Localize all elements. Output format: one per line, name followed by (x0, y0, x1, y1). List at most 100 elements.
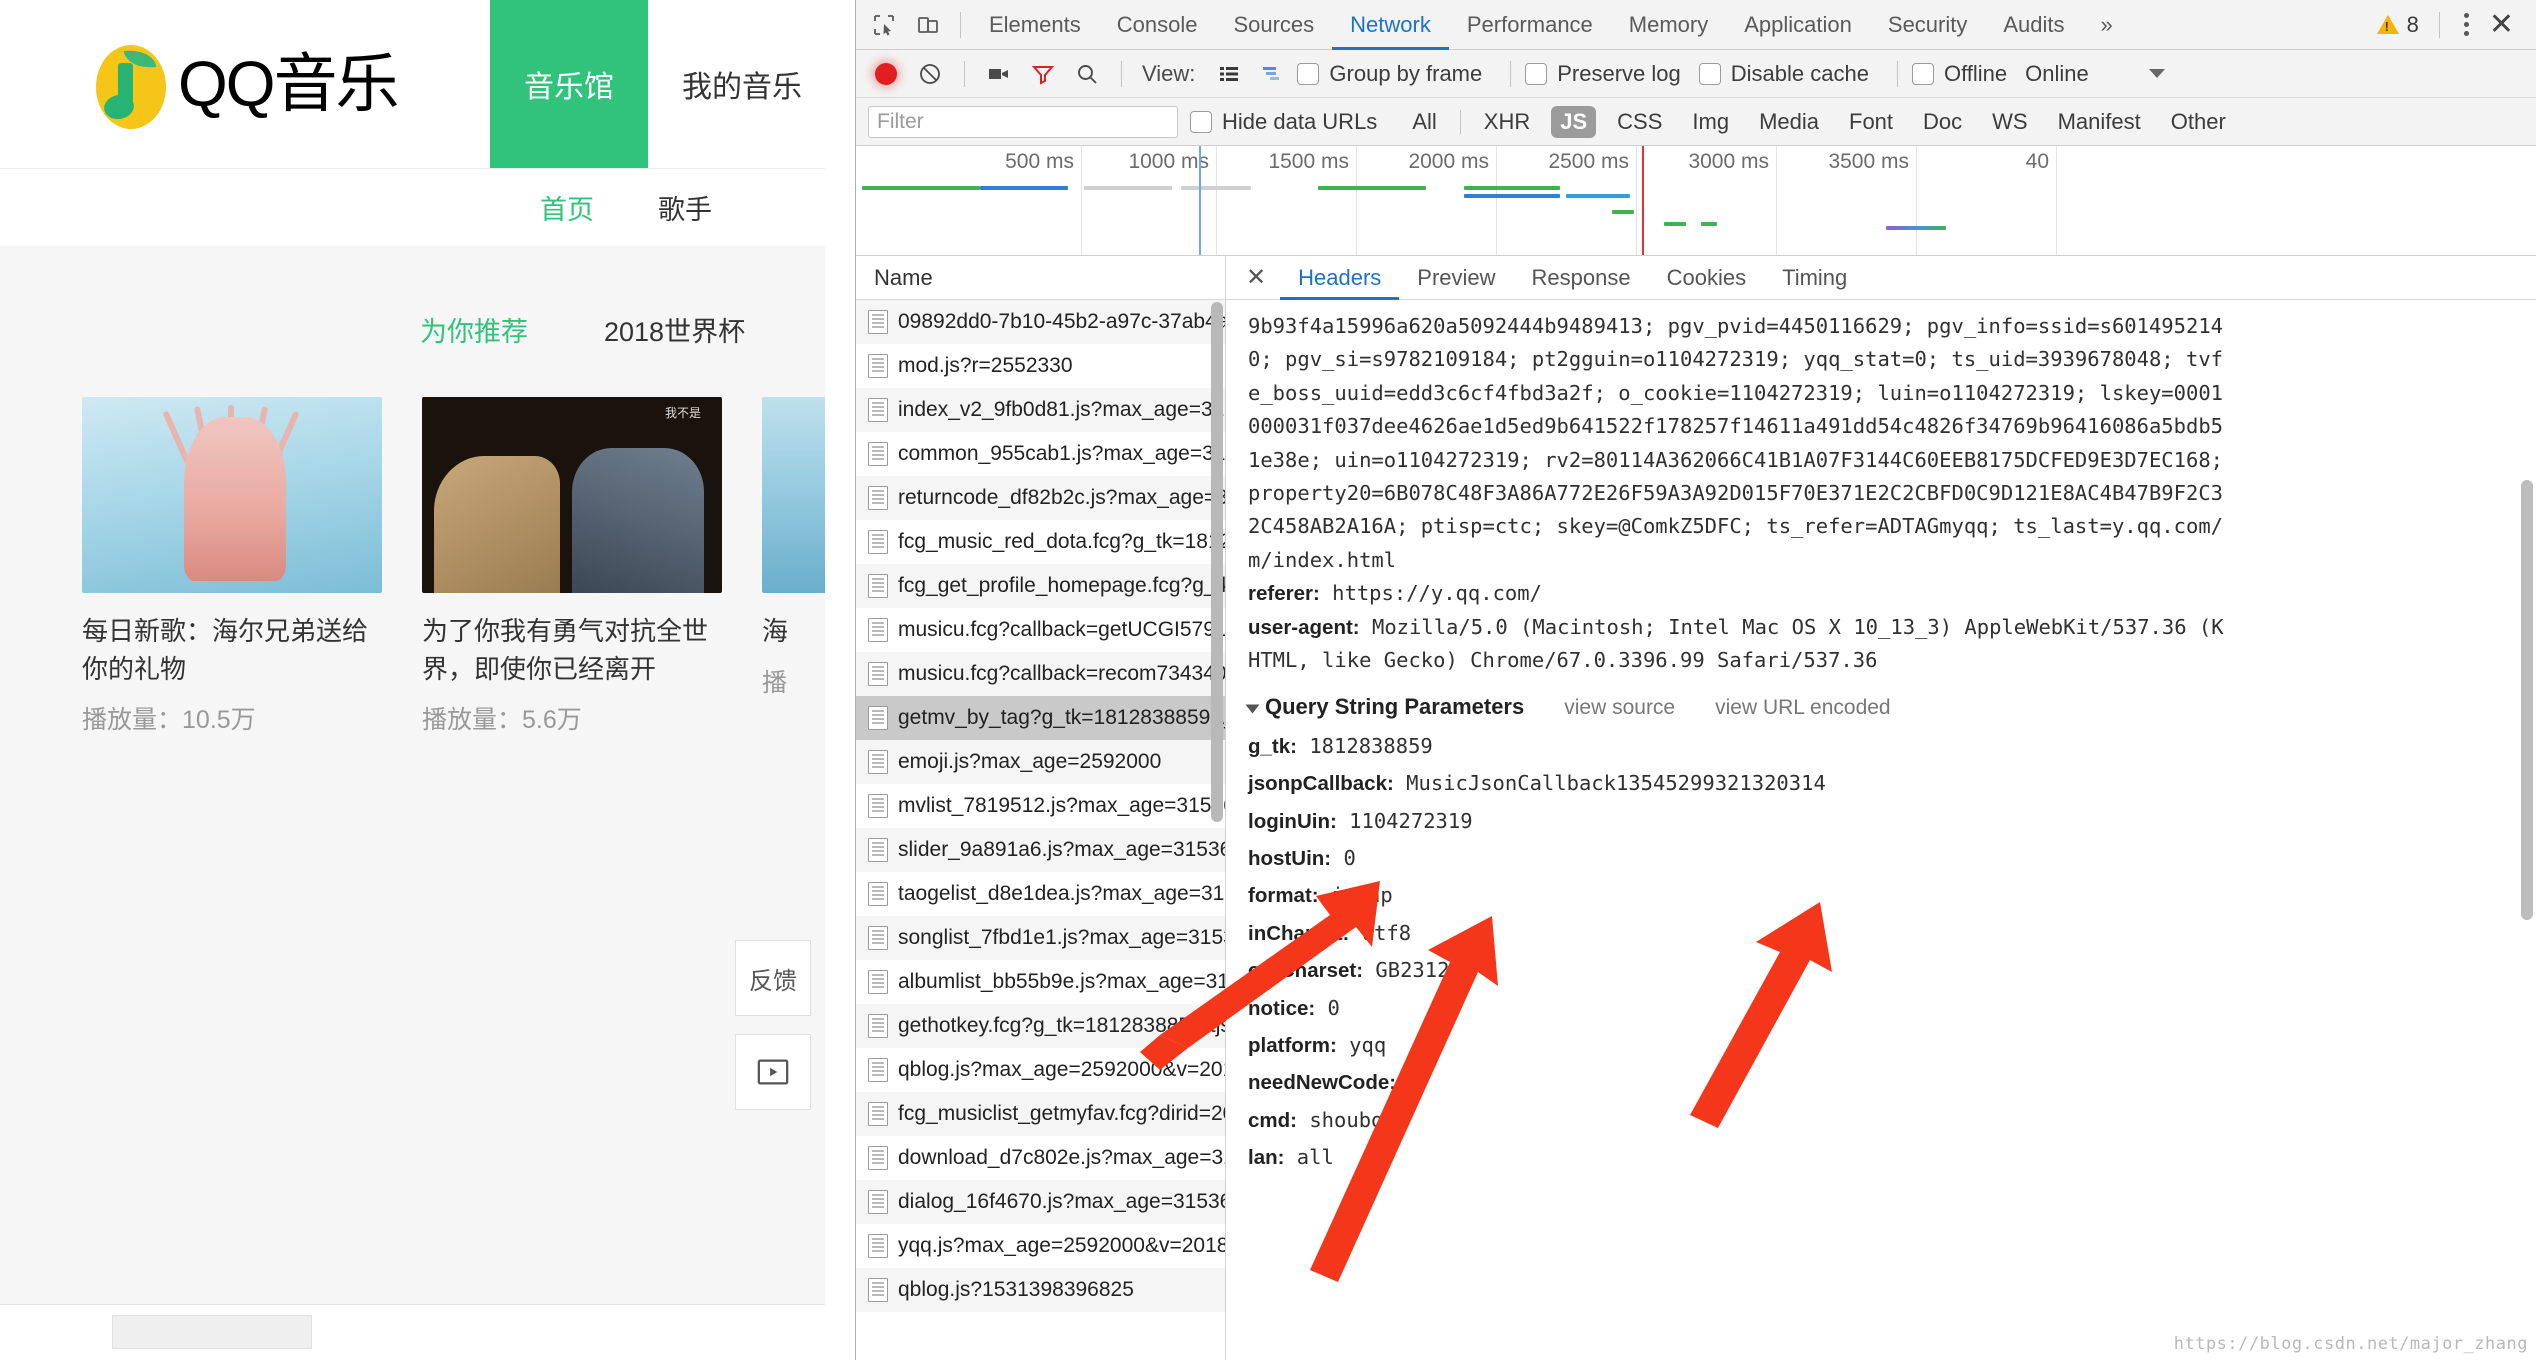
capture-screenshots-icon[interactable] (979, 54, 1019, 94)
qq-music-logo[interactable]: QQ音乐 (0, 0, 490, 168)
network-overview-timeline[interactable]: 500 ms 1000 ms 1500 ms 2000 ms 2500 ms 3… (856, 146, 2536, 256)
table-row[interactable]: download_d7c802e.js?max_age=31.. (856, 1136, 1225, 1180)
checkbox-box[interactable] (1297, 62, 1320, 85)
detail-scrollbar[interactable] (2521, 480, 2533, 920)
nav-item-my-music[interactable]: 我的音乐 (648, 0, 836, 168)
table-row[interactable]: mvlist_7819512.js?max_age=3153600 (856, 784, 1225, 828)
table-row[interactable]: getmv_by_tag?g_tk=1812838859&js.. (856, 696, 1225, 740)
subnav-item-singers[interactable]: 歌手 (658, 188, 712, 227)
view-source-link[interactable]: view source (1564, 691, 1675, 725)
table-row[interactable]: dialog_16f4670.js?max_age=3153600 (856, 1180, 1225, 1224)
table-row[interactable]: qblog.js?1531398396825 (856, 1268, 1225, 1312)
tab-console[interactable]: Console (1099, 0, 1216, 50)
table-row[interactable]: common_955cab1.js?max_age=315.. (856, 432, 1225, 476)
more-options-icon[interactable] (2450, 13, 2483, 36)
search-icon[interactable] (1067, 54, 1107, 94)
tab-audits[interactable]: Audits (1985, 0, 2082, 50)
tab-elements[interactable]: Elements (971, 0, 1099, 50)
offline-checkbox[interactable]: Offline (1911, 61, 2007, 87)
video-play-icon[interactable] (735, 1034, 811, 1110)
filter-type-manifest[interactable]: Manifest (2049, 106, 2150, 138)
device-toolbar-icon[interactable] (906, 3, 950, 47)
detail-tab-preview[interactable]: Preview (1399, 256, 1513, 300)
mv-thumbnail[interactable]: 我不是 (422, 397, 722, 593)
filter-type-xhr[interactable]: XHR (1475, 106, 1539, 138)
table-row[interactable]: taogelist_d8e1dea.js?max_age=315. (856, 872, 1225, 916)
filter-type-font[interactable]: Font (1840, 106, 1902, 138)
checkbox-box[interactable] (1190, 110, 1212, 133)
tab-network[interactable]: Network (1332, 0, 1449, 50)
preserve-log-checkbox[interactable]: Preserve log (1525, 61, 1681, 87)
table-row[interactable]: musicu.fcg?callback=getUCGI57916. (856, 608, 1225, 652)
disable-cache-checkbox[interactable]: Disable cache (1698, 61, 1869, 87)
warning-badge[interactable]: 8 (2367, 12, 2429, 38)
query-param-value: shoubo (1296, 1107, 1384, 1132)
table-row[interactable]: yqq.js?max_age=2592000&v=20180.. (856, 1224, 1225, 1268)
subnav-item-home[interactable]: 首页 (540, 188, 594, 227)
group-by-frame-checkbox[interactable]: Group by frame (1297, 61, 1482, 87)
table-row[interactable]: qblog.js?max_age=2592000&v=2018. (856, 1048, 1225, 1092)
headers-content[interactable]: 9b93f4a15996a620a5092444b9489413; pgv_pv… (1226, 300, 2536, 1360)
tab-for-you[interactable]: 为你推荐 (420, 310, 528, 349)
checkbox-box[interactable] (1525, 62, 1548, 85)
tab-memory[interactable]: Memory (1611, 0, 1726, 50)
detail-tab-cookies[interactable]: Cookies (1649, 256, 1764, 300)
filter-type-img[interactable]: Img (1683, 106, 1738, 138)
nav-item-music-hall[interactable]: 音乐馆 (490, 0, 648, 168)
tab-security[interactable]: Security (1870, 0, 1985, 50)
clear-icon[interactable] (910, 54, 950, 94)
tab-application[interactable]: Application (1726, 0, 1870, 50)
waterfall-view-icon[interactable] (1253, 54, 1293, 94)
hide-data-urls-checkbox[interactable]: Hide data URLs (1190, 109, 1377, 135)
requests-scrollbar[interactable] (1211, 302, 1223, 822)
table-row[interactable]: returncode_df82b2c.js?max_age=31. (856, 476, 1225, 520)
mv-title[interactable]: 为了你我有勇气对抗全世界，即使你已经离开 (422, 613, 722, 688)
table-row[interactable]: index_v2_9fb0d81.js?max_age=3153 (856, 388, 1225, 432)
detail-tab-response[interactable]: Response (1514, 256, 1649, 300)
filter-type-css[interactable]: CSS (1608, 106, 1671, 138)
table-row[interactable]: gethotkey.fcg?g_tk=1812838859&jso. (856, 1004, 1225, 1048)
mv-thumbnail[interactable] (82, 397, 382, 593)
more-tabs-chevron-icon[interactable]: » (2083, 0, 2131, 50)
filter-input[interactable]: Filter (868, 105, 1178, 138)
query-string-parameters-section[interactable]: Query String Parameters view source view… (1245, 689, 2536, 725)
table-row[interactable]: albumlist_bb55b9e.js?max_age=315. (856, 960, 1225, 1004)
checkbox-box[interactable] (1911, 62, 1934, 85)
table-row[interactable]: slider_9a891a6.js?max_age=3153600 (856, 828, 1225, 872)
table-row[interactable]: 09892dd0-7b10-45b2-a97c-37ab4a... (856, 300, 1225, 344)
table-row[interactable]: fcg_musiclist_getmyfav.fcg?dirid=20.. (856, 1092, 1225, 1136)
view-url-encoded-link[interactable]: view URL encoded (1715, 691, 1891, 725)
filter-type-js[interactable]: JS (1551, 105, 1597, 138)
record-button-icon[interactable] (866, 54, 906, 94)
detail-tab-headers[interactable]: Headers (1280, 256, 1399, 300)
table-row[interactable]: fcg_get_profile_homepage.fcg?g_tk=. (856, 564, 1225, 608)
filter-type-other[interactable]: Other (2162, 106, 2235, 138)
table-row[interactable]: fcg_music_red_dota.fcg?g_tk=18128. (856, 520, 1225, 564)
table-row[interactable]: musicu.fcg?callback=recom7343407. (856, 652, 1225, 696)
tab-performance[interactable]: Performance (1449, 0, 1611, 50)
throttling-select[interactable]: Online (2025, 61, 2165, 87)
filter-funnel-icon[interactable] (1023, 54, 1063, 94)
mv-card[interactable]: 每日新歌：海尔兄弟送给你的礼物 播放量：10.5万 (82, 397, 382, 736)
list-view-icon[interactable] (1209, 54, 1249, 94)
close-devtools-icon[interactable]: ✕ (2483, 9, 2530, 40)
filter-type-media[interactable]: Media (1750, 106, 1828, 138)
tab-world-cup-2018[interactable]: 2018世界杯 (604, 310, 745, 349)
filter-type-ws[interactable]: WS (1983, 106, 2036, 138)
table-row[interactable]: songlist_7fbd1e1.js?max_age=31536 (856, 916, 1225, 960)
filter-type-all[interactable]: All (1403, 106, 1445, 138)
tab-sources[interactable]: Sources (1215, 0, 1332, 50)
inspect-element-icon[interactable] (862, 3, 906, 47)
mv-card[interactable]: 我不是 为了你我有勇气对抗全世界，即使你已经离开 播放量：5.6万 (422, 397, 722, 736)
filter-type-doc[interactable]: Doc (1914, 106, 1971, 138)
detail-tab-timing[interactable]: Timing (1764, 256, 1865, 300)
table-row[interactable]: mod.js?r=2552330 (856, 344, 1225, 388)
mv-title[interactable]: 每日新歌：海尔兄弟送给你的礼物 (82, 613, 382, 688)
table-row[interactable]: emoji.js?max_age=2592000 (856, 740, 1225, 784)
requests-list[interactable]: 09892dd0-7b10-45b2-a97c-37ab4a... mod.js… (856, 300, 1225, 1360)
checkbox-box[interactable] (1698, 62, 1721, 85)
requests-column-header[interactable]: Name (856, 256, 1225, 300)
chevron-down-icon[interactable] (1245, 704, 1260, 714)
feedback-button[interactable]: 反馈 (735, 940, 811, 1016)
close-detail-icon[interactable]: ✕ (1232, 263, 1280, 292)
